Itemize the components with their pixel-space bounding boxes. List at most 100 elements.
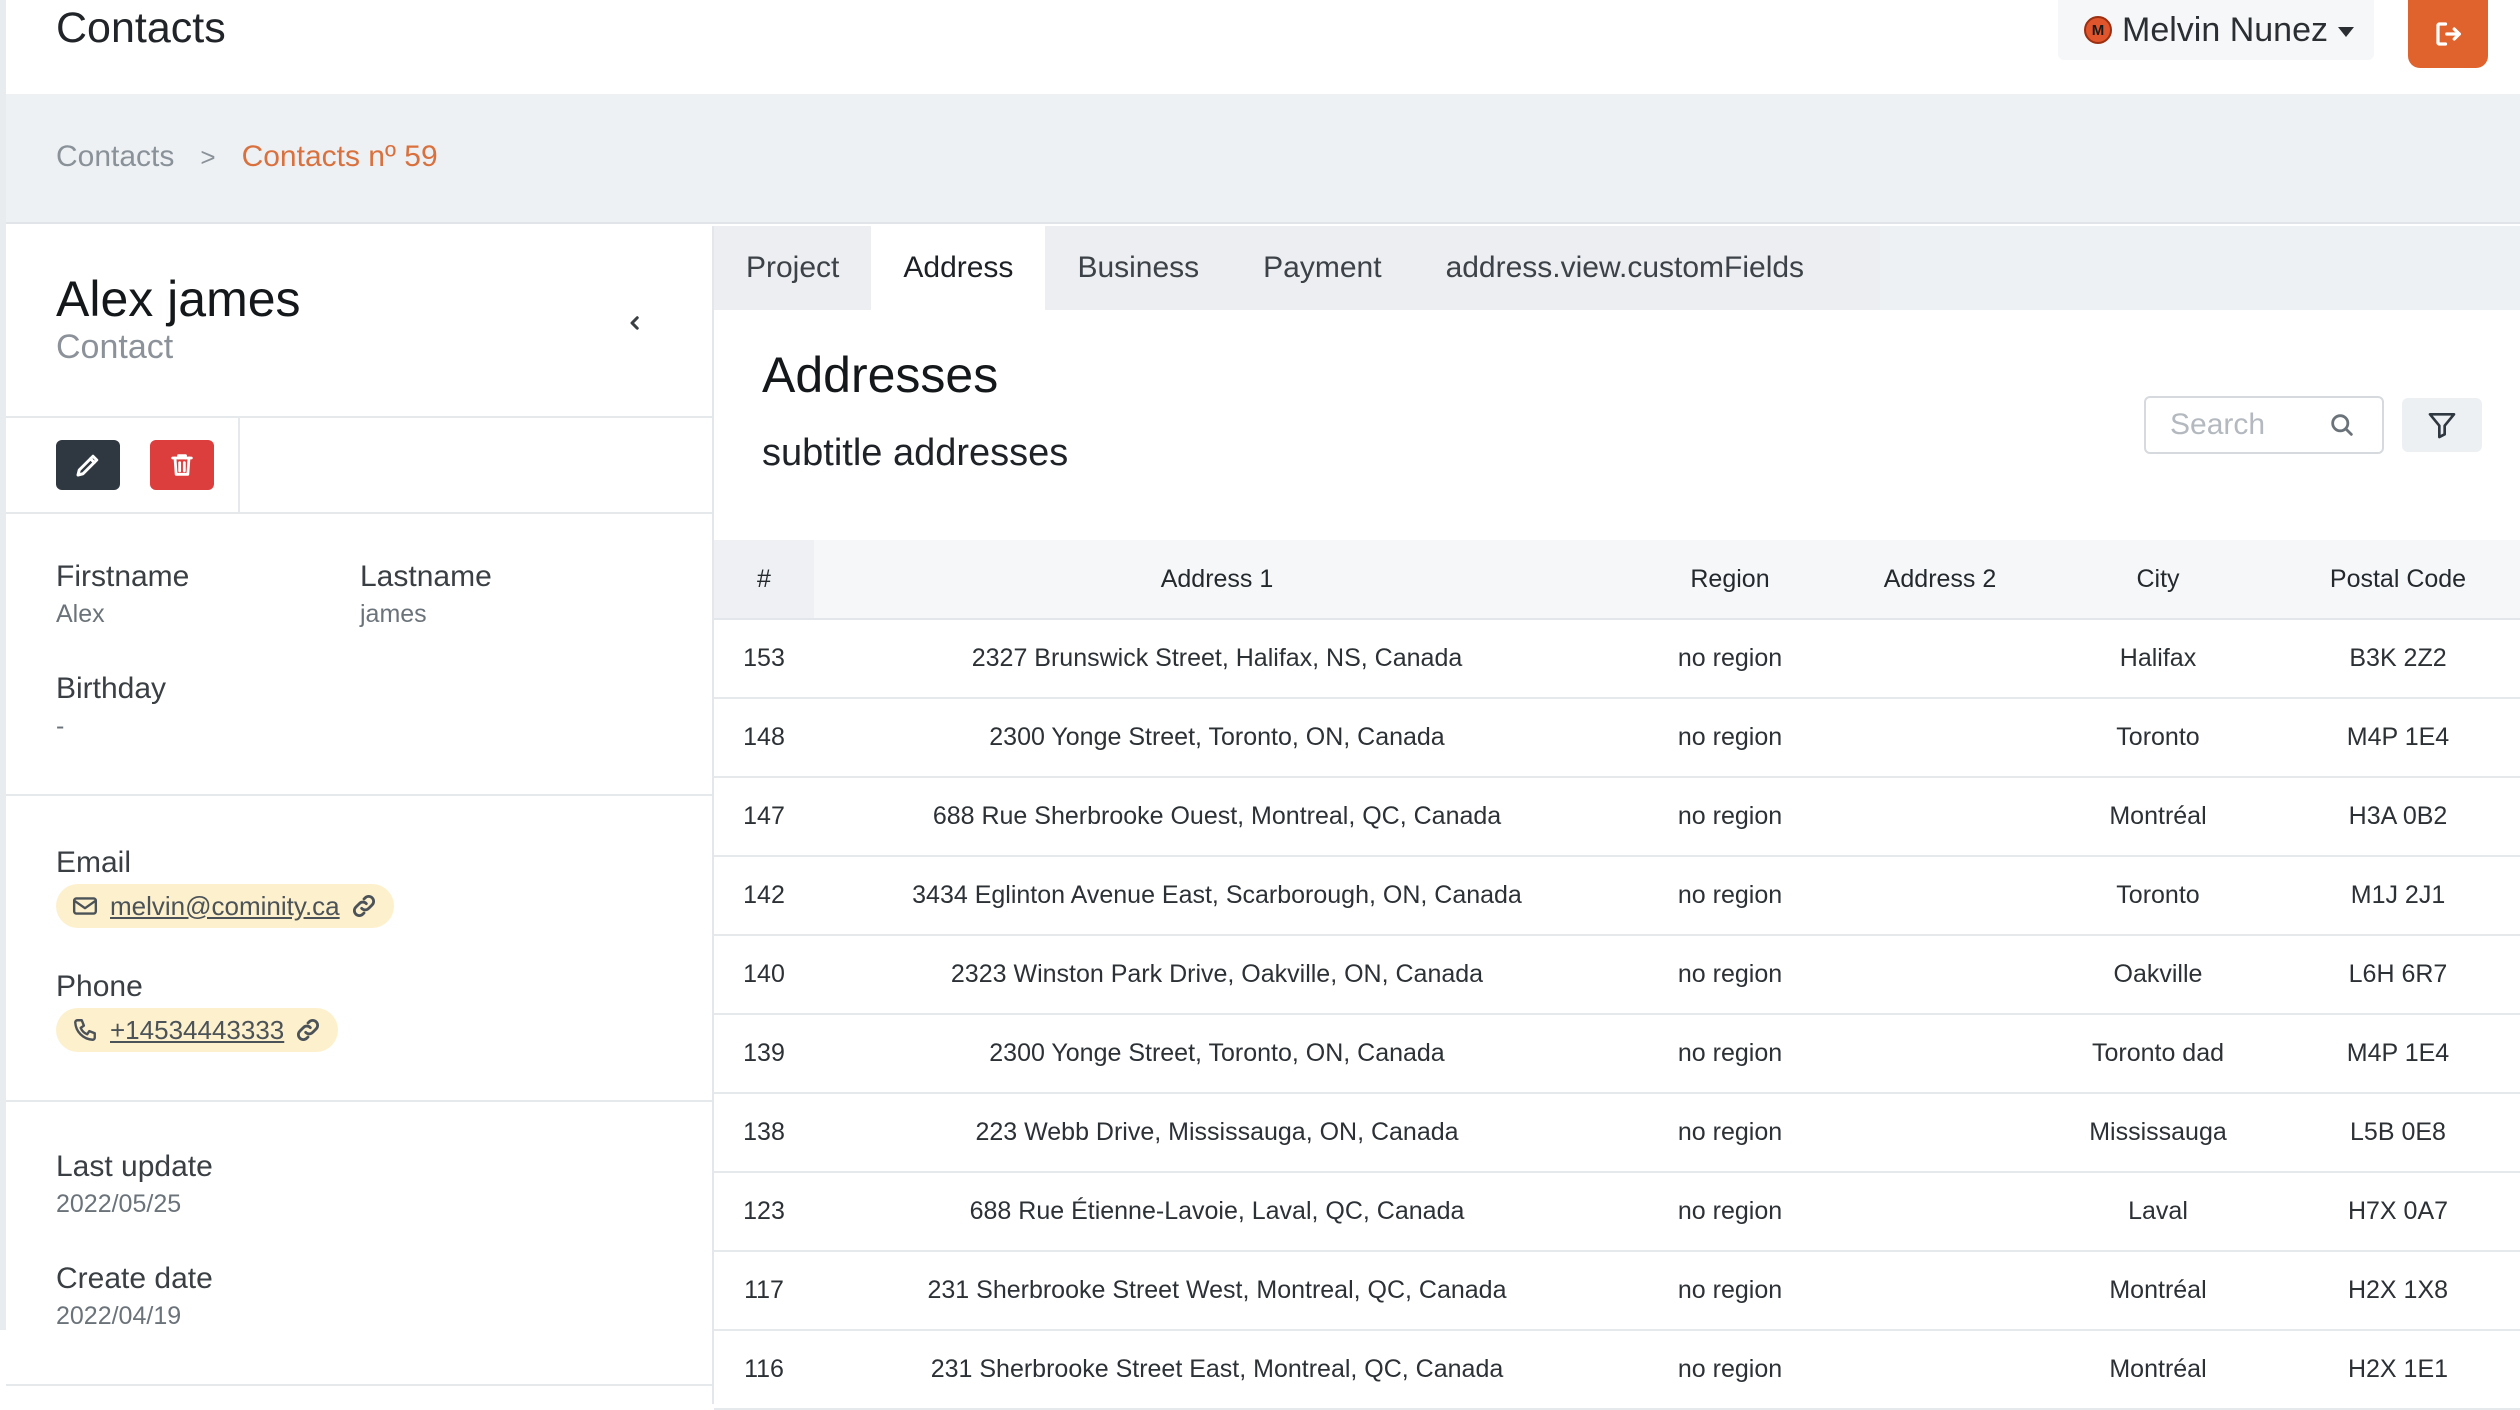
cell-city: Montréal bbox=[2040, 1330, 2276, 1410]
tab-project[interactable]: Project bbox=[714, 226, 871, 310]
link-icon[interactable] bbox=[350, 892, 378, 920]
cell-address2 bbox=[1840, 1093, 2040, 1173]
cell-number: 140 bbox=[714, 935, 814, 1015]
cell-postal-code: H2X 1E1 bbox=[2276, 1330, 2520, 1410]
email-pill: melvin@cominity.ca bbox=[56, 884, 394, 928]
contact-name: Alex james bbox=[56, 271, 301, 327]
cell-postal-code: H7X 0A7 bbox=[2276, 1172, 2520, 1252]
edit-button[interactable] bbox=[56, 440, 120, 490]
table-row[interactable]: 138 223 Webb Drive, Mississauga, ON, Cana… bbox=[714, 1093, 2520, 1173]
tab-business[interactable]: Business bbox=[1045, 226, 1231, 310]
pencil-icon bbox=[76, 454, 99, 477]
mail-icon bbox=[72, 897, 98, 915]
cell-address1: 223 Webb Drive, Mississauga, ON, Canada bbox=[814, 1093, 1620, 1173]
firstname-label: Firstname bbox=[56, 560, 190, 593]
cell-postal-code: B3K 2Z2 bbox=[2276, 619, 2520, 699]
cell-region: no region bbox=[1620, 777, 1840, 857]
tab-payment[interactable]: Payment bbox=[1231, 226, 1413, 310]
table-row[interactable]: 123 688 Rue Étienne-Lavoie, Laval, QC, Ca… bbox=[714, 1172, 2520, 1252]
filter-icon bbox=[2428, 413, 2456, 439]
cell-address2 bbox=[1840, 856, 2040, 936]
addresses-title: Addresses bbox=[762, 347, 999, 403]
cell-city: Toronto bbox=[2040, 856, 2276, 936]
breadcrumb-separator: > bbox=[200, 141, 216, 172]
cell-region: no region bbox=[1620, 698, 1840, 778]
last-update-value: 2022/05/25 bbox=[56, 1190, 182, 1218]
tab-address[interactable]: Address bbox=[871, 226, 1046, 310]
collapse-button[interactable] bbox=[618, 306, 652, 340]
column-header-city[interactable]: City bbox=[2040, 540, 2276, 620]
phone-pill: +14534443333 bbox=[56, 1008, 339, 1052]
column-header-postal-code[interactable]: Postal Code bbox=[2276, 540, 2520, 620]
cell-city: Montréal bbox=[2040, 777, 2276, 857]
action-separator bbox=[238, 416, 240, 512]
column-header-address2[interactable]: Address 2 bbox=[1840, 540, 2040, 620]
cell-city: Toronto bbox=[2040, 698, 2276, 778]
tab-custom-fields[interactable]: address.view.customFields bbox=[1414, 226, 1836, 310]
table-row[interactable]: 148 2300 Yonge Street, Toronto, ON, Canad… bbox=[714, 698, 2520, 778]
cell-number: 147 bbox=[714, 777, 814, 857]
email-link[interactable]: melvin@cominity.ca bbox=[110, 891, 340, 922]
logout-button[interactable] bbox=[2408, 0, 2488, 68]
divider bbox=[6, 512, 712, 514]
birthday-label: Birthday bbox=[56, 672, 167, 705]
search-icon[interactable] bbox=[2328, 411, 2356, 439]
lastname-label: Lastname bbox=[360, 560, 492, 593]
table-header-row: # Address 1 Region Address 2 City Postal… bbox=[714, 540, 2520, 620]
chevron-left-icon bbox=[630, 316, 639, 330]
cell-address2 bbox=[1840, 935, 2040, 1015]
link-icon[interactable] bbox=[294, 1016, 322, 1044]
cell-address2 bbox=[1840, 1014, 2040, 1094]
table-row[interactable]: 139 2300 Yonge Street, Toronto, ON, Canad… bbox=[714, 1014, 2520, 1094]
column-header-region[interactable]: Region bbox=[1620, 540, 1840, 620]
delete-button[interactable] bbox=[150, 440, 214, 490]
divider bbox=[6, 794, 712, 796]
caret-down-icon bbox=[2337, 27, 2354, 37]
cell-number: 117 bbox=[714, 1251, 814, 1331]
cell-postal-code: L5B 0E8 bbox=[2276, 1093, 2520, 1173]
user-menu[interactable]: M Melvin Nunez bbox=[2058, 0, 2374, 60]
page-title: Contacts bbox=[56, 4, 226, 52]
cell-city: Toronto dad bbox=[2040, 1014, 2276, 1094]
cell-city: Oakville bbox=[2040, 935, 2276, 1015]
tabs-background bbox=[1880, 226, 2520, 310]
table-row[interactable]: 147 688 Rue Sherbrooke Ouest, Montreal, Q… bbox=[714, 777, 2520, 857]
cell-number: 116 bbox=[714, 1330, 814, 1410]
cell-region: no region bbox=[1620, 935, 1840, 1015]
column-header-address1[interactable]: Address 1 bbox=[814, 540, 1620, 620]
cell-address2 bbox=[1840, 619, 2040, 699]
cell-address1: 2300 Yonge Street, Toronto, ON, Canada bbox=[814, 1014, 1620, 1094]
cell-address2 bbox=[1840, 1172, 2040, 1252]
cell-region: no region bbox=[1620, 1172, 1840, 1252]
breadcrumb-current: Contacts nº 59 bbox=[241, 140, 438, 173]
create-date-value: 2022/04/19 bbox=[56, 1302, 182, 1330]
filter-button[interactable] bbox=[2402, 398, 2482, 452]
cell-region: no region bbox=[1620, 1093, 1840, 1173]
cell-postal-code: H3A 0B2 bbox=[2276, 777, 2520, 857]
addresses-table: # Address 1 Region Address 2 City Postal… bbox=[714, 540, 2520, 1410]
cell-city: Halifax bbox=[2040, 619, 2276, 699]
breadcrumb: Contacts > Contacts nº 59 bbox=[56, 140, 438, 174]
breadcrumb-bar: Contacts > Contacts nº 59 bbox=[6, 94, 2520, 224]
table-row[interactable]: 117 231 Sherbrooke Street West, Montreal,… bbox=[714, 1251, 2520, 1331]
cell-region: no region bbox=[1620, 619, 1840, 699]
contact-sidebar: Alex james Contact Firstname Alex Lastna… bbox=[6, 226, 714, 1404]
cell-region: no region bbox=[1620, 1330, 1840, 1410]
cell-number: 123 bbox=[714, 1172, 814, 1252]
table-row[interactable]: 153 2327 Brunswick Street, Halifax, NS, C… bbox=[714, 619, 2520, 699]
addresses-subtitle: subtitle addresses bbox=[762, 432, 1069, 474]
cell-address1: 2323 Winston Park Drive, Oakville, ON, C… bbox=[814, 935, 1620, 1015]
cell-postal-code: H2X 1X8 bbox=[2276, 1251, 2520, 1331]
table-row[interactable]: 140 2323 Winston Park Drive, Oakville, ON… bbox=[714, 935, 2520, 1015]
cell-address1: 2327 Brunswick Street, Halifax, NS, Cana… bbox=[814, 619, 1620, 699]
table-row[interactable]: 142 3434 Eglinton Avenue East, Scarboroug… bbox=[714, 856, 2520, 936]
search-input[interactable] bbox=[2168, 407, 2322, 443]
breadcrumb-link-contacts[interactable]: Contacts bbox=[56, 140, 174, 174]
phone-icon bbox=[74, 1019, 96, 1041]
cell-address1: 2300 Yonge Street, Toronto, ON, Canada bbox=[814, 698, 1620, 778]
column-header-number[interactable]: # bbox=[714, 540, 814, 620]
phone-link[interactable]: +14534443333 bbox=[110, 1015, 284, 1046]
cell-postal-code: M4P 1E4 bbox=[2276, 698, 2520, 778]
table-row[interactable]: 116 231 Sherbrooke Street East, Montreal,… bbox=[714, 1330, 2520, 1410]
firstname-value: Alex bbox=[56, 600, 105, 628]
